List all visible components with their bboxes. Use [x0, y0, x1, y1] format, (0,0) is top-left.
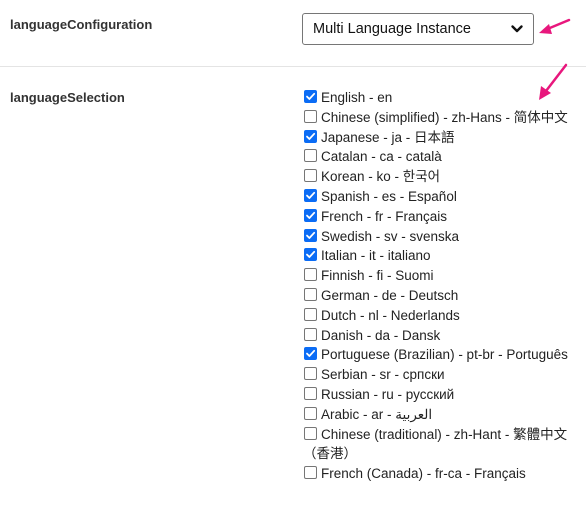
language-option[interactable]: Swedish - sv - svenska [303, 227, 581, 247]
select-value: Multi Language Instance [313, 21, 471, 37]
language-option-label: Finnish - fi - Suomi [321, 268, 434, 284]
checkbox-checked[interactable] [304, 129, 317, 143]
checkbox-checked[interactable] [304, 208, 317, 222]
checkbox-unchecked[interactable] [304, 466, 317, 480]
language-option[interactable]: Arabic - ar - العربية [303, 405, 581, 425]
section-divider [0, 66, 586, 67]
language-option-label: Catalan - ca - català [321, 149, 442, 165]
checkmark-icon [306, 92, 316, 100]
checkmark-icon [306, 251, 316, 259]
language-option[interactable]: Chinese (simplified) - zh-Hans - 简体中文 [303, 108, 581, 128]
checkbox-checked[interactable] [304, 347, 317, 361]
label-language-configuration: languageConfiguration [10, 17, 153, 32]
language-option[interactable]: French (Canada) - fr-ca - Français [303, 464, 581, 484]
language-option-label: Dutch - nl - Nederlands [321, 307, 460, 323]
language-option-label: Chinese (simplified) - zh-Hans - 简体中文 [321, 109, 568, 125]
checkbox-unchecked[interactable] [304, 327, 317, 341]
checkmark-icon [306, 132, 316, 140]
checkbox-unchecked[interactable] [304, 109, 317, 123]
language-option-label: French (Canada) - fr-ca - Français [321, 466, 526, 482]
language-option[interactable]: Portuguese (Brazilian) - pt-br - Portugu… [303, 345, 581, 365]
checkmark-icon [306, 231, 316, 239]
language-checkbox-list: English - en Chinese (simplified) - zh-Ha… [303, 88, 581, 484]
language-option-label: Japanese - ja - 日本語 [321, 129, 455, 145]
language-option-label: Arabic - ar - العربية [321, 406, 433, 422]
checkbox-unchecked[interactable] [304, 386, 317, 400]
language-option-label: Swedish - sv - svenska [321, 228, 460, 244]
checkbox-unchecked[interactable] [304, 268, 317, 282]
language-option[interactable]: Dutch - nl - Nederlands [303, 306, 581, 326]
language-configuration-select[interactable]: Multi Language Instance [302, 13, 534, 45]
language-option[interactable]: German - de - Deutsch [303, 286, 581, 306]
language-option-label: Spanish - es - Español [321, 188, 457, 204]
checkmark-icon [306, 191, 316, 199]
checkbox-unchecked[interactable] [304, 307, 317, 321]
checkbox-checked[interactable] [304, 188, 317, 202]
checkbox-checked[interactable] [304, 90, 317, 103]
checkbox-unchecked[interactable] [304, 367, 317, 381]
language-option[interactable]: Japanese - ja - 日本語 [303, 128, 581, 148]
checkbox-unchecked[interactable] [304, 426, 317, 440]
checkmark-icon [306, 350, 316, 358]
language-option[interactable]: Serbian - sr - српски [303, 365, 581, 385]
language-option[interactable]: Korean - ko - 한국어 [303, 167, 581, 187]
language-option[interactable]: Spanish - es - Español [303, 187, 581, 207]
language-option[interactable]: Finnish - fi - Suomi [303, 266, 581, 286]
checkbox-checked[interactable] [304, 228, 317, 242]
language-option[interactable]: English - en [303, 88, 581, 108]
checkbox-unchecked[interactable] [304, 149, 317, 163]
language-option[interactable]: French - fr - Français [303, 207, 581, 227]
language-option-label: Russian - ru - русский [321, 386, 455, 402]
language-option-label: French - fr - Français [321, 208, 448, 224]
language-option[interactable]: Danish - da - Dansk [303, 326, 581, 346]
checkbox-checked[interactable] [304, 248, 317, 262]
language-option-label: Chinese (traditional) - zh-Hant - 繁體中文（香… [303, 426, 568, 462]
checkbox-unchecked[interactable] [304, 406, 317, 420]
language-option-label: Serbian - sr - српски [321, 367, 445, 383]
language-option-label: Danish - da - Dansk [321, 327, 441, 343]
checkmark-icon [306, 211, 316, 219]
language-option-label: German - de - Deutsch [321, 287, 459, 303]
language-option[interactable]: Catalan - ca - català [303, 147, 581, 167]
label-language-selection: languageSelection [10, 90, 125, 105]
chevron-down-icon [509, 21, 525, 37]
language-option-label: Korean - ko - 한국어 [321, 169, 441, 185]
language-option[interactable]: Italian - it - italiano [303, 246, 581, 266]
checkbox-unchecked[interactable] [304, 169, 317, 183]
checkbox-unchecked[interactable] [304, 287, 317, 301]
language-option-label: English - en [321, 90, 393, 105]
language-option-label: Italian - it - italiano [321, 248, 431, 264]
annotation-arrow-icon [539, 18, 571, 34]
language-option[interactable]: Russian - ru - русский [303, 385, 581, 405]
language-option[interactable]: Chinese (traditional) - zh-Hant - 繁體中文（香… [303, 425, 581, 465]
language-option-label: Portuguese (Brazilian) - pt-br - Portugu… [321, 347, 568, 363]
